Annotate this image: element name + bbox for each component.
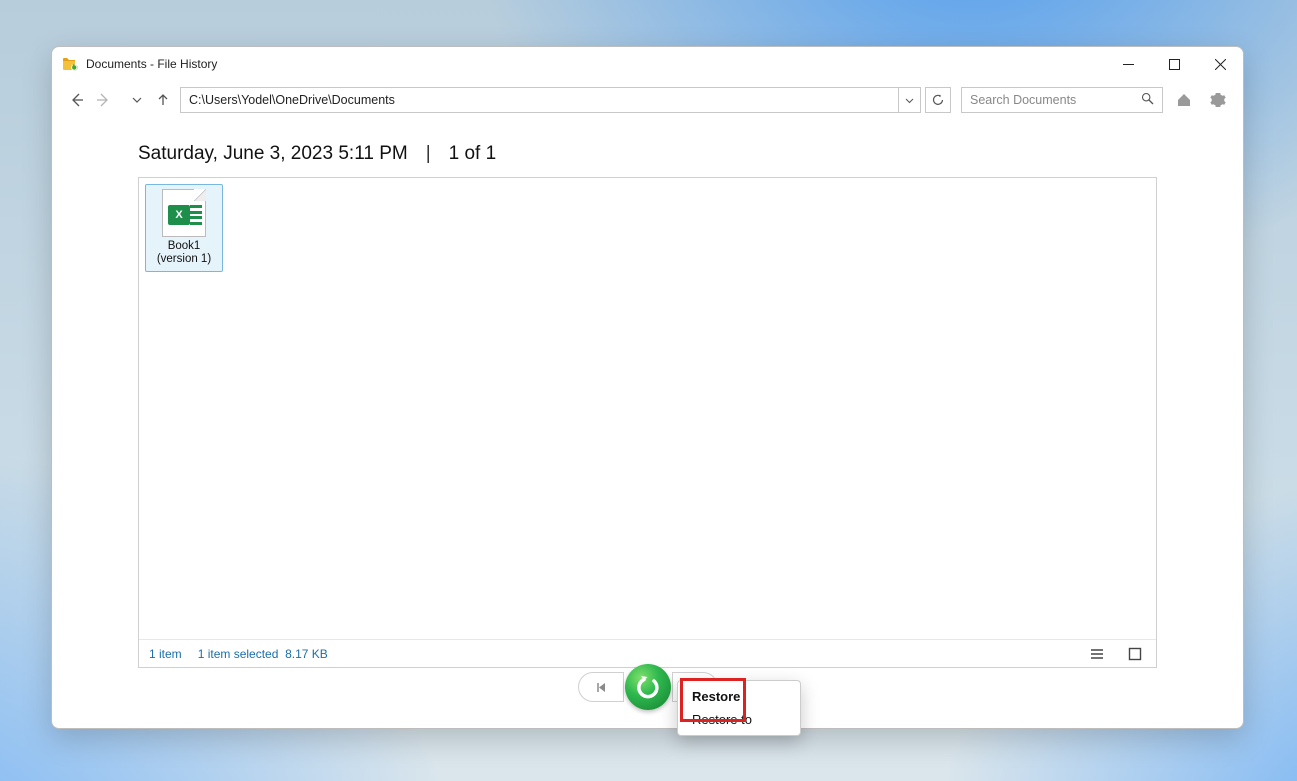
search-input[interactable]	[970, 93, 1141, 107]
file-item[interactable]: X Book1 (version 1)	[145, 184, 223, 272]
content-area: Saturday, June 3, 2023 5:11 PM | 1 of 1 …	[52, 119, 1243, 728]
version-heading: Saturday, June 3, 2023 5:11 PM | 1 of 1	[138, 127, 1157, 177]
refresh-button[interactable]	[925, 87, 951, 113]
heading-separator: |	[426, 143, 431, 165]
desktop-background: Documents - File History	[0, 0, 1297, 781]
address-bar[interactable]: C:\Users\Yodel\OneDrive\Documents	[180, 87, 921, 113]
search-box[interactable]	[961, 87, 1163, 113]
back-button[interactable]	[64, 87, 90, 113]
address-input[interactable]: C:\Users\Yodel\OneDrive\Documents	[180, 87, 899, 113]
file-list-pane: X Book1 (version 1) 1 item 1 item select…	[138, 177, 1157, 668]
version-position: 1 of 1	[449, 143, 497, 165]
nav-toolbar: C:\Users\Yodel\OneDrive\Documents	[52, 81, 1243, 119]
titlebar: Documents - File History	[52, 47, 1243, 81]
app-icon	[62, 56, 78, 72]
settings-button[interactable]	[1205, 87, 1231, 113]
recent-locations-button[interactable]	[124, 87, 150, 113]
search-icon	[1141, 92, 1154, 108]
file-area[interactable]: X Book1 (version 1)	[139, 178, 1156, 639]
address-dropdown-button[interactable]	[899, 87, 921, 113]
version-timestamp: Saturday, June 3, 2023 5:11 PM	[138, 143, 408, 165]
details-view-button[interactable]	[1086, 643, 1108, 665]
icons-view-button[interactable]	[1124, 643, 1146, 665]
bottom-controls	[138, 668, 1157, 728]
restore-context-menu: Restore Restore to	[677, 680, 801, 736]
up-button[interactable]	[150, 87, 176, 113]
menu-item-restore-to[interactable]: Restore to	[678, 708, 800, 731]
minimize-button[interactable]	[1105, 47, 1151, 81]
status-bar: 1 item 1 item selected 8.17 KB	[139, 639, 1156, 667]
maximize-button[interactable]	[1151, 47, 1197, 81]
window-title: Documents - File History	[86, 57, 217, 71]
file-history-window: Documents - File History	[51, 46, 1244, 729]
restore-button[interactable]	[625, 664, 671, 710]
previous-version-button[interactable]	[578, 672, 624, 702]
home-button[interactable]	[1171, 87, 1197, 113]
menu-item-restore[interactable]: Restore	[678, 685, 800, 708]
forward-button[interactable]	[90, 87, 116, 113]
file-label: Book1 (version 1)	[148, 240, 220, 266]
status-item-count: 1 item	[149, 647, 182, 661]
close-button[interactable]	[1197, 47, 1243, 81]
status-selected: 1 item selected 8.17 KB	[198, 647, 328, 661]
excel-file-icon: X	[162, 189, 206, 237]
